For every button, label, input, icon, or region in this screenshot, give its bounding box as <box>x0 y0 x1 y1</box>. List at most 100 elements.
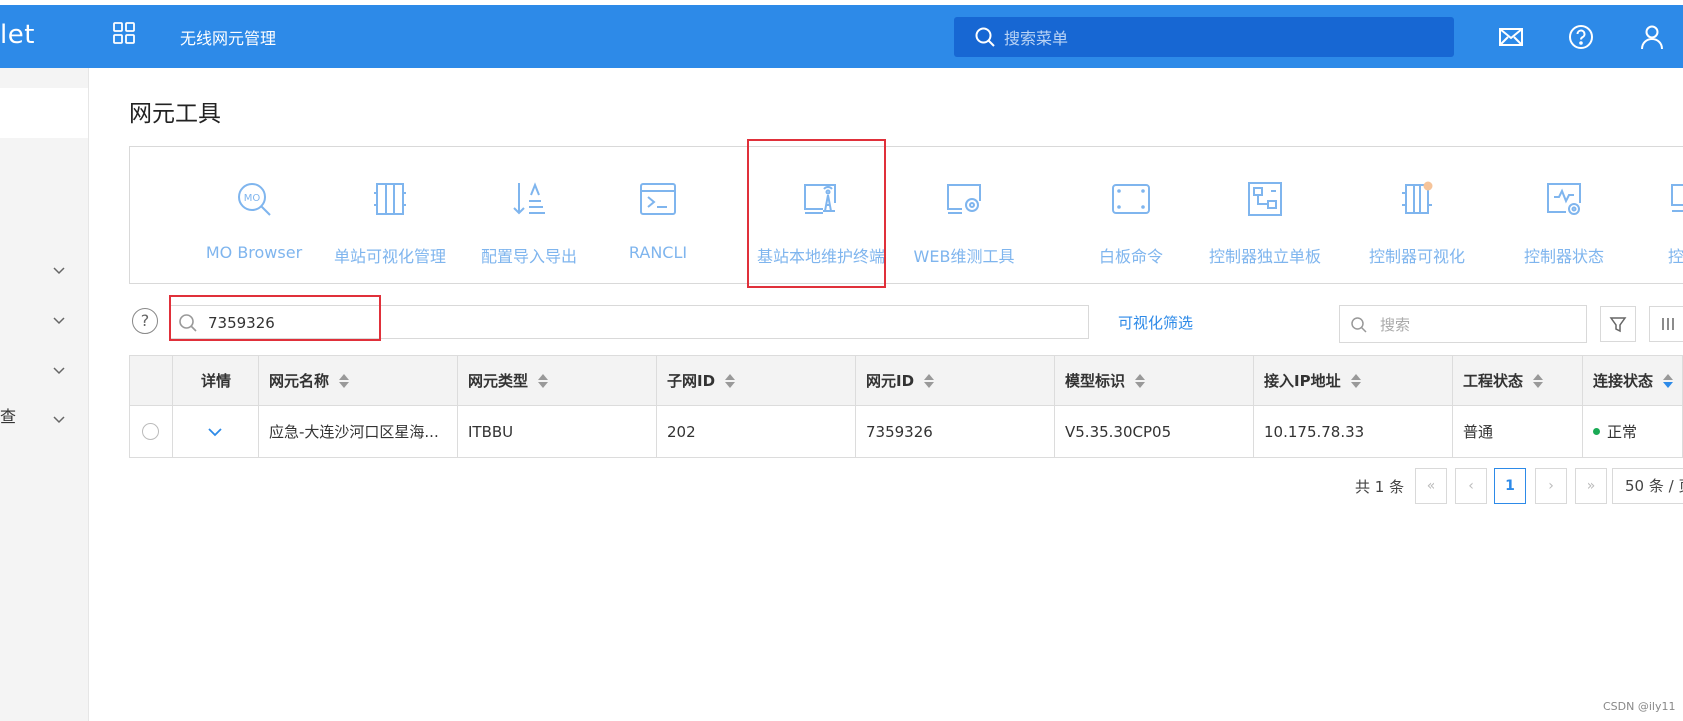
filter-search-box[interactable] <box>169 305 1089 339</box>
cell-subnet-id: 202 <box>657 406 856 457</box>
header-ip[interactable]: 接入IP地址 <box>1254 356 1453 405</box>
tool-controller-status[interactable]: 控制器状态 <box>1492 147 1636 285</box>
filter-search-input[interactable] <box>206 310 1070 336</box>
table-search-input[interactable] <box>1378 313 1582 337</box>
chevron-down-icon[interactable] <box>52 261 66 275</box>
search-icon <box>1351 317 1367 333</box>
header-model[interactable]: 模型标识 <box>1055 356 1254 405</box>
controller-icon <box>1671 184 1683 212</box>
header-label: 子网ID <box>667 372 716 390</box>
row-radio[interactable] <box>142 423 159 440</box>
mail-icon[interactable] <box>1498 24 1524 50</box>
tools-panel: MO MO Browser 单站可视化管理 配置导入导出 RANCLI 基站本地… <box>129 146 1683 284</box>
sort-icon[interactable] <box>924 373 935 389</box>
svg-text:MO: MO <box>244 193 261 204</box>
cell-model: V5.35.30CP05 <box>1055 406 1254 457</box>
last-page-button[interactable]: » <box>1575 468 1607 504</box>
header-ne-type[interactable]: 网元类型 <box>458 356 657 405</box>
apps-icon[interactable] <box>112 21 136 45</box>
tool-whiteboard[interactable]: 白板命令 <box>1066 147 1196 285</box>
cell-ne-id: 7359326 <box>856 406 1055 457</box>
prev-page-button[interactable]: ‹ <box>1455 468 1487 504</box>
visual-filter-link[interactable]: 可视化筛选 <box>1118 312 1193 333</box>
header-subnet-id[interactable]: 子网ID <box>657 356 856 405</box>
help-icon[interactable] <box>1568 24 1594 50</box>
cell-ne-name[interactable]: 应急-大连沙河口区星海... <box>259 406 458 457</box>
menu-search-input[interactable] <box>1002 23 1426 53</box>
cell-connection-status: 正常 <box>1583 406 1683 457</box>
row-select-cell <box>130 406 173 457</box>
row-detail-cell <box>173 406 259 457</box>
table-search-box[interactable] <box>1339 305 1587 343</box>
tool-controller-visual[interactable]: 控制器可视化 <box>1342 147 1492 285</box>
terminal-icon <box>640 183 676 215</box>
tool-controller-board[interactable]: 控制器独立单板 <box>1190 147 1340 285</box>
page-number-button[interactable]: 1 <box>1494 468 1526 504</box>
sidebar-item-label[interactable]: 查 <box>0 403 16 427</box>
table-header: 详情 网元名称 网元类型 子网ID 网元ID 模型标识 接入IP地址 工程状态 … <box>129 355 1683 406</box>
header-project-status[interactable]: 工程状态 <box>1453 356 1583 405</box>
columns-icon <box>1662 318 1674 330</box>
tool-label: MO Browser <box>205 243 303 262</box>
import-export-icon <box>513 182 545 215</box>
help-icon[interactable]: ? <box>132 308 158 334</box>
tool-label: 控制器 <box>1668 247 1683 266</box>
sort-icon[interactable] <box>538 373 549 389</box>
sidebar <box>0 68 89 721</box>
controller-status-icon <box>1547 183 1581 215</box>
cell-project-status: 普通 <box>1453 406 1583 457</box>
tool-label: 基站本地维护终端 <box>756 247 885 266</box>
header-label: 网元ID <box>866 372 915 390</box>
tool-web-tool[interactable]: WEB维测工具 <box>893 147 1035 285</box>
chevron-down-icon[interactable] <box>52 410 66 424</box>
sort-icon[interactable] <box>1135 373 1146 389</box>
chevron-down-icon[interactable] <box>206 426 224 438</box>
tool-rancli[interactable]: RANCLI <box>598 147 718 285</box>
header-ne-id[interactable]: 网元ID <box>856 356 1055 405</box>
filter-button[interactable] <box>1600 306 1636 342</box>
sort-icon[interactable] <box>1350 373 1361 389</box>
brand-logo[interactable]: let <box>0 20 35 50</box>
user-icon[interactable] <box>1639 24 1665 50</box>
web-tool-icon <box>947 184 981 214</box>
app-title[interactable]: 无线网元管理 <box>180 25 276 49</box>
table-row[interactable]: 应急-大连沙河口区星海... ITBBU 202 7359326 V5.35.3… <box>129 406 1683 458</box>
whiteboard-icon <box>1112 184 1150 214</box>
chevron-down-icon[interactable] <box>52 361 66 375</box>
cell-ip: 10.175.78.33 <box>1254 406 1453 457</box>
menu-search-box[interactable] <box>954 17 1454 57</box>
status-text: 正常 <box>1607 423 1638 441</box>
first-page-button[interactable]: « <box>1415 468 1447 504</box>
controller-board-icon <box>1248 182 1282 216</box>
sort-icon[interactable] <box>1533 373 1544 389</box>
tool-label: 控制器独立单板 <box>1208 247 1321 266</box>
tool-controller[interactable]: 控制器 <box>1640 147 1683 285</box>
pagination-total: 共 1 条 <box>1355 478 1405 496</box>
tool-base-station-terminal[interactable]: 基站本地维护终端 <box>751 147 891 285</box>
site-visual-icon <box>374 183 406 215</box>
header-label: 连接状态 <box>1593 372 1654 390</box>
chevron-down-icon[interactable] <box>52 311 66 325</box>
tool-mo-browser[interactable]: MO MO Browser <box>190 147 318 285</box>
columns-button[interactable] <box>1649 306 1683 342</box>
search-icon <box>179 314 197 332</box>
tool-label: 单站可视化管理 <box>333 247 446 266</box>
header-detail: 详情 <box>173 356 259 405</box>
sort-icon[interactable] <box>339 373 350 389</box>
tool-label: WEB维测工具 <box>913 247 1015 266</box>
header-connection-status[interactable]: 连接状态 <box>1583 356 1683 405</box>
sort-icon[interactable] <box>1663 373 1674 389</box>
page-size-select[interactable]: 50 条 / 页 <box>1612 468 1683 504</box>
next-page-button[interactable]: › <box>1535 468 1567 504</box>
header-ne-name[interactable]: 网元名称 <box>259 356 458 405</box>
tool-site-visual[interactable]: 单站可视化管理 <box>320 147 460 285</box>
tool-import-export[interactable]: 配置导入导出 <box>463 147 595 285</box>
header-label: 工程状态 <box>1463 372 1524 390</box>
tool-label: 配置导入导出 <box>480 247 577 266</box>
tool-label: 控制器状态 <box>1523 247 1604 266</box>
header-label: 网元名称 <box>269 372 330 390</box>
sidebar-selected-item[interactable] <box>0 88 88 138</box>
ne-table: 详情 网元名称 网元类型 子网ID 网元ID 模型标识 接入IP地址 工程状态 … <box>129 355 1683 458</box>
controller-visual-icon <box>1402 181 1433 214</box>
sort-icon[interactable] <box>725 373 736 389</box>
